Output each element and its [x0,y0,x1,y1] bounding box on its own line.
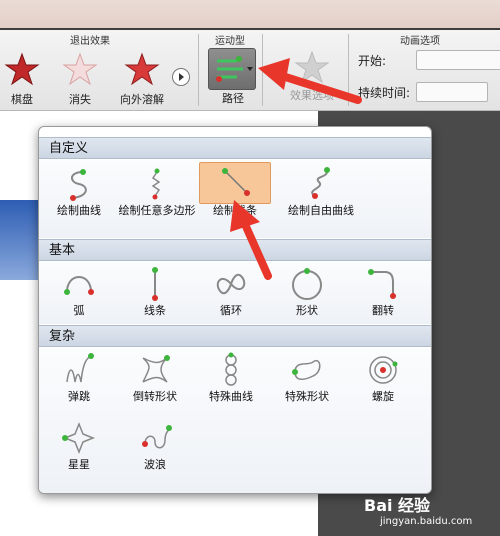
watermark-url: jingyan.baidu.com [380,516,473,527]
annotation-arrow-draw-line [230,200,272,280]
annotation-arrow-path-button [258,58,362,104]
annotation-arrows [230,58,362,280]
watermark-brand: Bai 经验 [364,496,431,515]
